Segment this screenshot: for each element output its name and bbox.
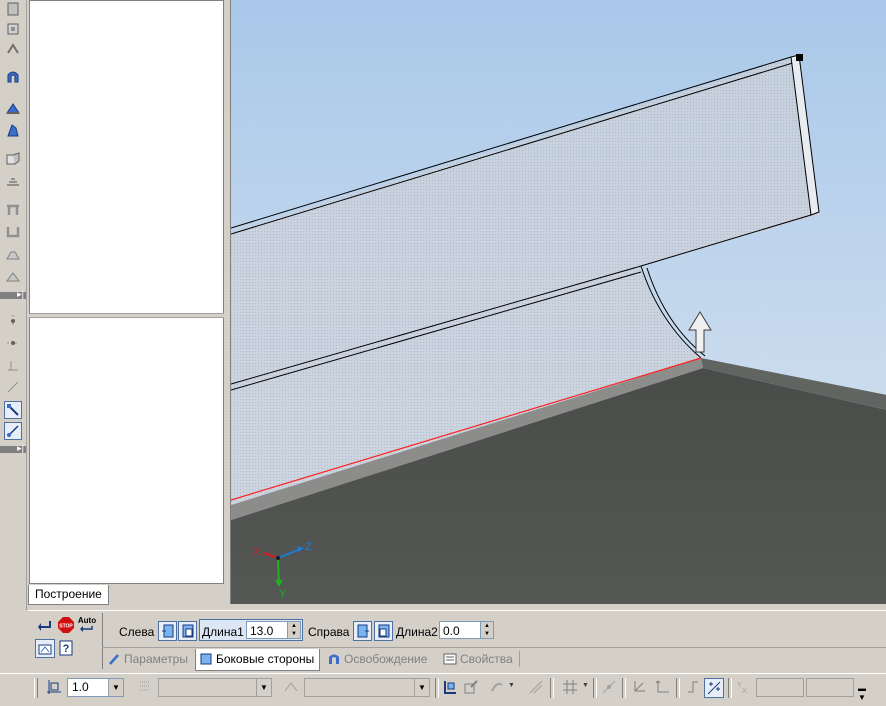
layer-combo: ▼ [158, 678, 272, 697]
length1-spinner[interactable]: ▲ ▼ [287, 621, 301, 639]
tab-parameters[interactable]: Параметры [104, 649, 193, 670]
style-icon [282, 678, 300, 696]
grid-icon[interactable] [561, 678, 579, 696]
left-side-on-icon[interactable] [158, 621, 177, 641]
tab-relief-label: Освобождение [344, 652, 428, 666]
orientation-icon[interactable] [441, 678, 459, 696]
help-button[interactable]: ? [57, 639, 75, 656]
axis-label-y: Y [279, 588, 287, 600]
model-tree-panel[interactable] [29, 0, 224, 584]
snap-bindings-icon[interactable] [704, 678, 724, 698]
coord-y-field [806, 678, 854, 697]
cursor-step-icon[interactable] [45, 678, 63, 696]
louver-icon[interactable] [4, 267, 22, 285]
tab-side-faces-label: Боковые стороны [216, 652, 315, 666]
coordinates-icon: YX [734, 678, 752, 696]
stop-button[interactable]: STOP [57, 616, 75, 633]
toolbar-expander-2[interactable]: ▸| [0, 443, 26, 453]
stamp-icon[interactable] [4, 121, 22, 139]
base-plate-icon[interactable] [4, 0, 22, 18]
current-state-toolbar: 1.0 ▼ ▼ ▼ ▼ ▼ YX ▬ ▼ [0, 673, 886, 706]
sheet-metal-icon[interactable] [4, 20, 22, 38]
tab-relief[interactable]: Освобождение [324, 649, 432, 670]
snap-icon[interactable] [600, 678, 618, 696]
model-scene [231, 0, 886, 604]
3d-viewport[interactable]: Z X Y [230, 0, 886, 604]
stop-label: STOP [59, 623, 73, 629]
right-side-on-icon[interactable] [353, 621, 372, 641]
toolbar-expander[interactable]: ▸| [0, 289, 26, 299]
preview-toggle-button[interactable] [35, 639, 55, 658]
line-icon[interactable] [4, 334, 22, 352]
refold-icon[interactable] [4, 172, 22, 190]
length2-input[interactable]: 0.0 [439, 621, 481, 639]
length1-input[interactable]: 13.0 [246, 621, 288, 639]
measure-icon[interactable] [488, 678, 506, 696]
step-value: 1.0 [72, 680, 89, 694]
create-object-button[interactable] [36, 617, 54, 634]
left-vertical-toolbar: ▸| ▸| [0, 0, 27, 610]
edit-view-icon[interactable] [462, 678, 480, 696]
auto-create-button[interactable]: Auto [78, 616, 96, 633]
axis-icon[interactable] [4, 356, 22, 374]
tree-panel-splitter[interactable] [29, 313, 224, 318]
edge-select-icon[interactable] [4, 401, 22, 419]
auto-label: Auto [77, 615, 97, 625]
style-combo: ▼ [304, 678, 430, 697]
axes-icon[interactable] [653, 678, 671, 696]
right-side-label: Справа [308, 625, 350, 639]
svg-text:X: X [742, 688, 747, 695]
svg-text:?: ? [63, 643, 70, 655]
chevron-down-icon[interactable]: ▼ [108, 679, 123, 696]
hem-icon[interactable] [4, 245, 22, 263]
property-panel: STOP Auto ? Слева Длина1 13.0 ▲ ▼ Справа … [28, 610, 886, 673]
tab-parameters-label: Параметры [124, 652, 188, 666]
unfold-icon[interactable] [4, 150, 22, 168]
construction-icon[interactable] [527, 678, 545, 696]
length2-spinner[interactable]: ▲ ▼ [480, 621, 494, 639]
vertex-select-icon[interactable] [4, 422, 22, 440]
ortho-icon[interactable] [684, 678, 702, 696]
coord-x-field [756, 678, 804, 697]
left-side-label: Слева [119, 625, 155, 639]
right-side-extend-icon[interactable] [374, 621, 393, 641]
left-side-extend-icon[interactable] [178, 621, 197, 641]
drag-handle [796, 54, 803, 61]
tab-properties[interactable]: Свойства [440, 649, 518, 670]
step-combo[interactable]: 1.0 ▼ [67, 678, 124, 697]
flange-icon[interactable] [4, 68, 22, 86]
plane-icon[interactable] [4, 378, 22, 396]
length2-label: Длина2 [396, 625, 438, 639]
rib-icon[interactable] [4, 99, 22, 117]
tab-side-faces[interactable]: Боковые стороны [195, 649, 321, 671]
axis-label-z: Z [305, 541, 312, 553]
tab-properties-label: Свойства [460, 652, 513, 666]
length1-label: Длина1 [202, 625, 244, 639]
open-corner-icon[interactable] [4, 223, 22, 241]
axis-label-x: X [253, 547, 260, 558]
bend-icon[interactable] [4, 40, 22, 58]
tab-postroenie[interactable]: Построение [28, 585, 109, 605]
toolbar-overflow-icon[interactable]: ▬ ▼ [858, 684, 866, 702]
lcs-icon[interactable] [630, 678, 648, 696]
layer-icon [136, 678, 154, 696]
point-icon[interactable] [4, 312, 22, 330]
closed-corner-icon[interactable] [4, 201, 22, 219]
